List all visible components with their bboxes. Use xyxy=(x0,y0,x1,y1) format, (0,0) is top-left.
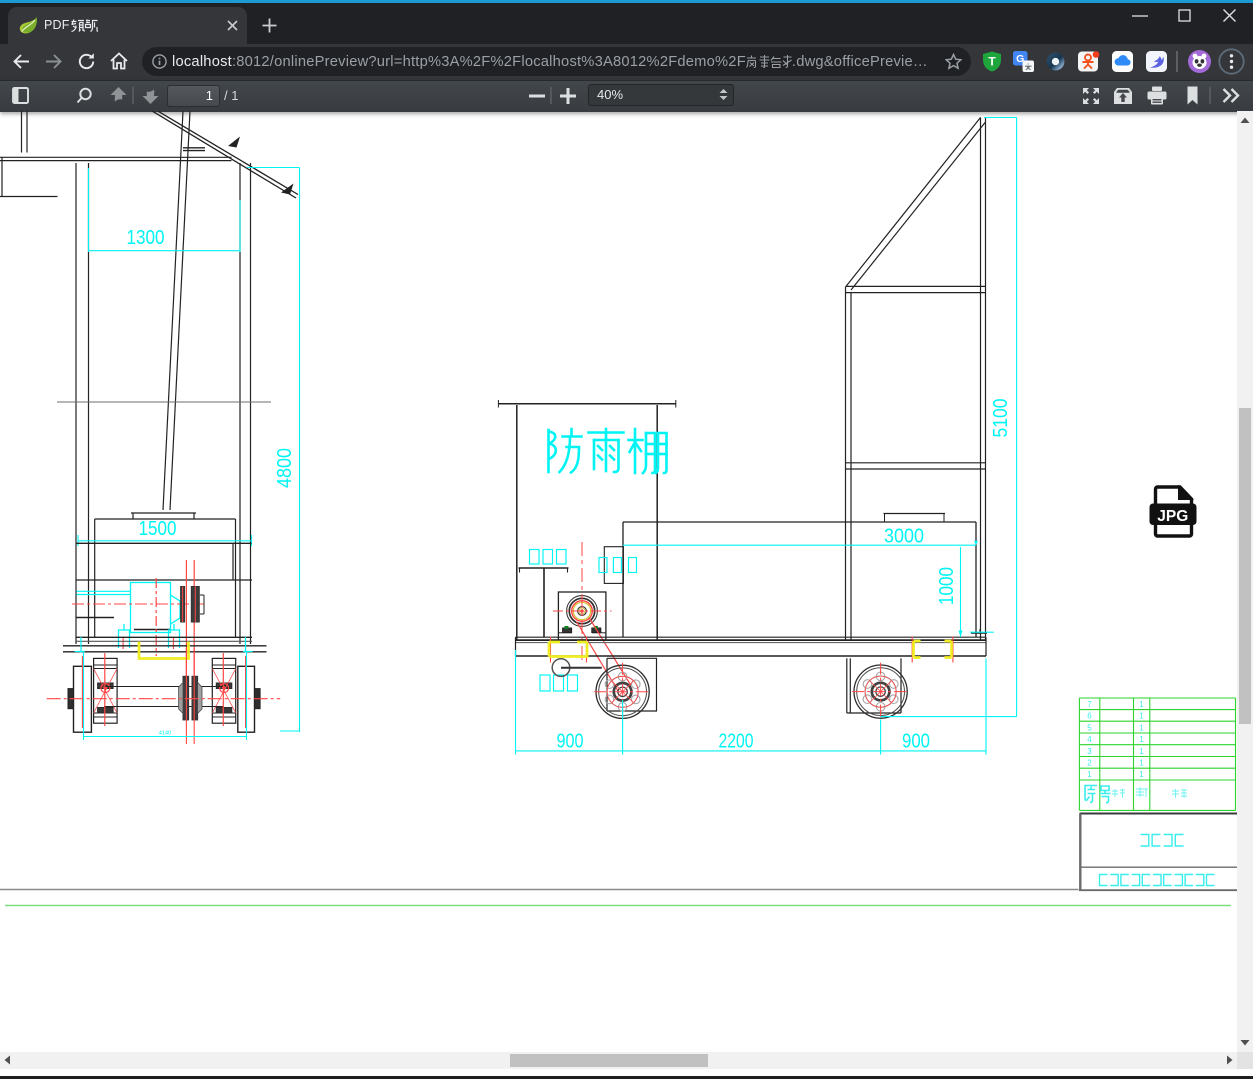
svg-text:1: 1 xyxy=(1139,759,1144,768)
svg-text:1: 1 xyxy=(1139,712,1144,721)
svg-text:5100: 5100 xyxy=(990,399,1012,438)
svg-text:2200: 2200 xyxy=(719,731,754,753)
svg-text:6: 6 xyxy=(1087,712,1092,721)
svg-text:4800: 4800 xyxy=(274,448,296,488)
svg-text:900: 900 xyxy=(902,731,930,753)
svg-text:7: 7 xyxy=(1087,700,1092,709)
svg-text:1: 1 xyxy=(1139,735,1144,744)
svg-text:T: T xyxy=(988,55,996,69)
svg-text:1300: 1300 xyxy=(127,227,165,249)
svg-text:4: 4 xyxy=(1087,735,1092,744)
svg-text:1000: 1000 xyxy=(936,567,958,605)
svg-text:1: 1 xyxy=(1139,700,1144,709)
svg-text:4140: 4140 xyxy=(159,731,171,737)
svg-text:900: 900 xyxy=(557,731,584,753)
svg-text:2: 2 xyxy=(1087,759,1092,768)
svg-text:1: 1 xyxy=(1139,723,1144,732)
svg-text:1: 1 xyxy=(1087,770,1092,779)
svg-text:3000: 3000 xyxy=(884,526,924,548)
svg-text:5: 5 xyxy=(1087,723,1092,732)
svg-text:3: 3 xyxy=(1087,747,1092,756)
svg-text:JPG: JPG xyxy=(1157,508,1188,525)
svg-text:1500: 1500 xyxy=(139,518,177,540)
svg-text:1: 1 xyxy=(1139,770,1144,779)
svg-text:1: 1 xyxy=(1139,747,1144,756)
